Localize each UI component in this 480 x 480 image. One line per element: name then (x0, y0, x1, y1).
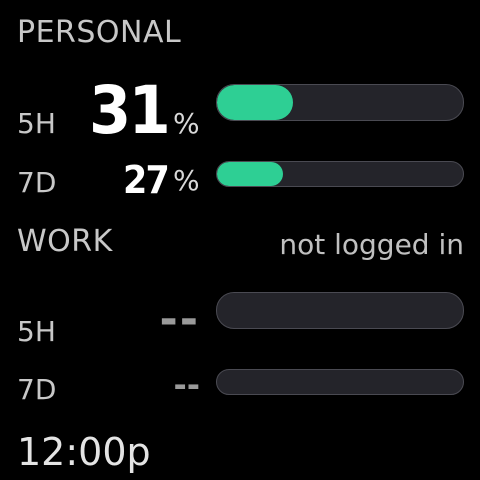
work-5h-label: 5H (17, 315, 56, 348)
work-7d-label: 7D (17, 373, 57, 406)
work-5h-progress-bar (216, 292, 464, 329)
personal-5h-unit: % (173, 107, 200, 140)
personal-7d-value: 27 (123, 158, 170, 202)
personal-5h-progress-fill (217, 85, 294, 120)
personal-5h-progress-bar (216, 84, 464, 121)
usage-screen: PERSONAL 5H 31 % 7D 27 % WORK not logged… (0, 0, 480, 480)
clock-time: 12:00p (17, 430, 151, 474)
work-section-title: WORK (17, 224, 113, 259)
personal-section-title: PERSONAL (17, 15, 182, 50)
personal-7d-unit: % (173, 164, 200, 197)
personal-7d-progress-fill (217, 162, 284, 186)
personal-7d-label: 7D (17, 166, 57, 199)
work-7d-progress-bar (216, 369, 464, 395)
personal-7d-progress-bar (216, 161, 464, 187)
work-5h-value: -- (159, 294, 200, 345)
personal-5h-label: 5H (17, 107, 56, 140)
work-login-status: not logged in (279, 228, 464, 261)
work-7d-value: -- (173, 366, 200, 404)
personal-5h-value: 31 (89, 72, 171, 149)
